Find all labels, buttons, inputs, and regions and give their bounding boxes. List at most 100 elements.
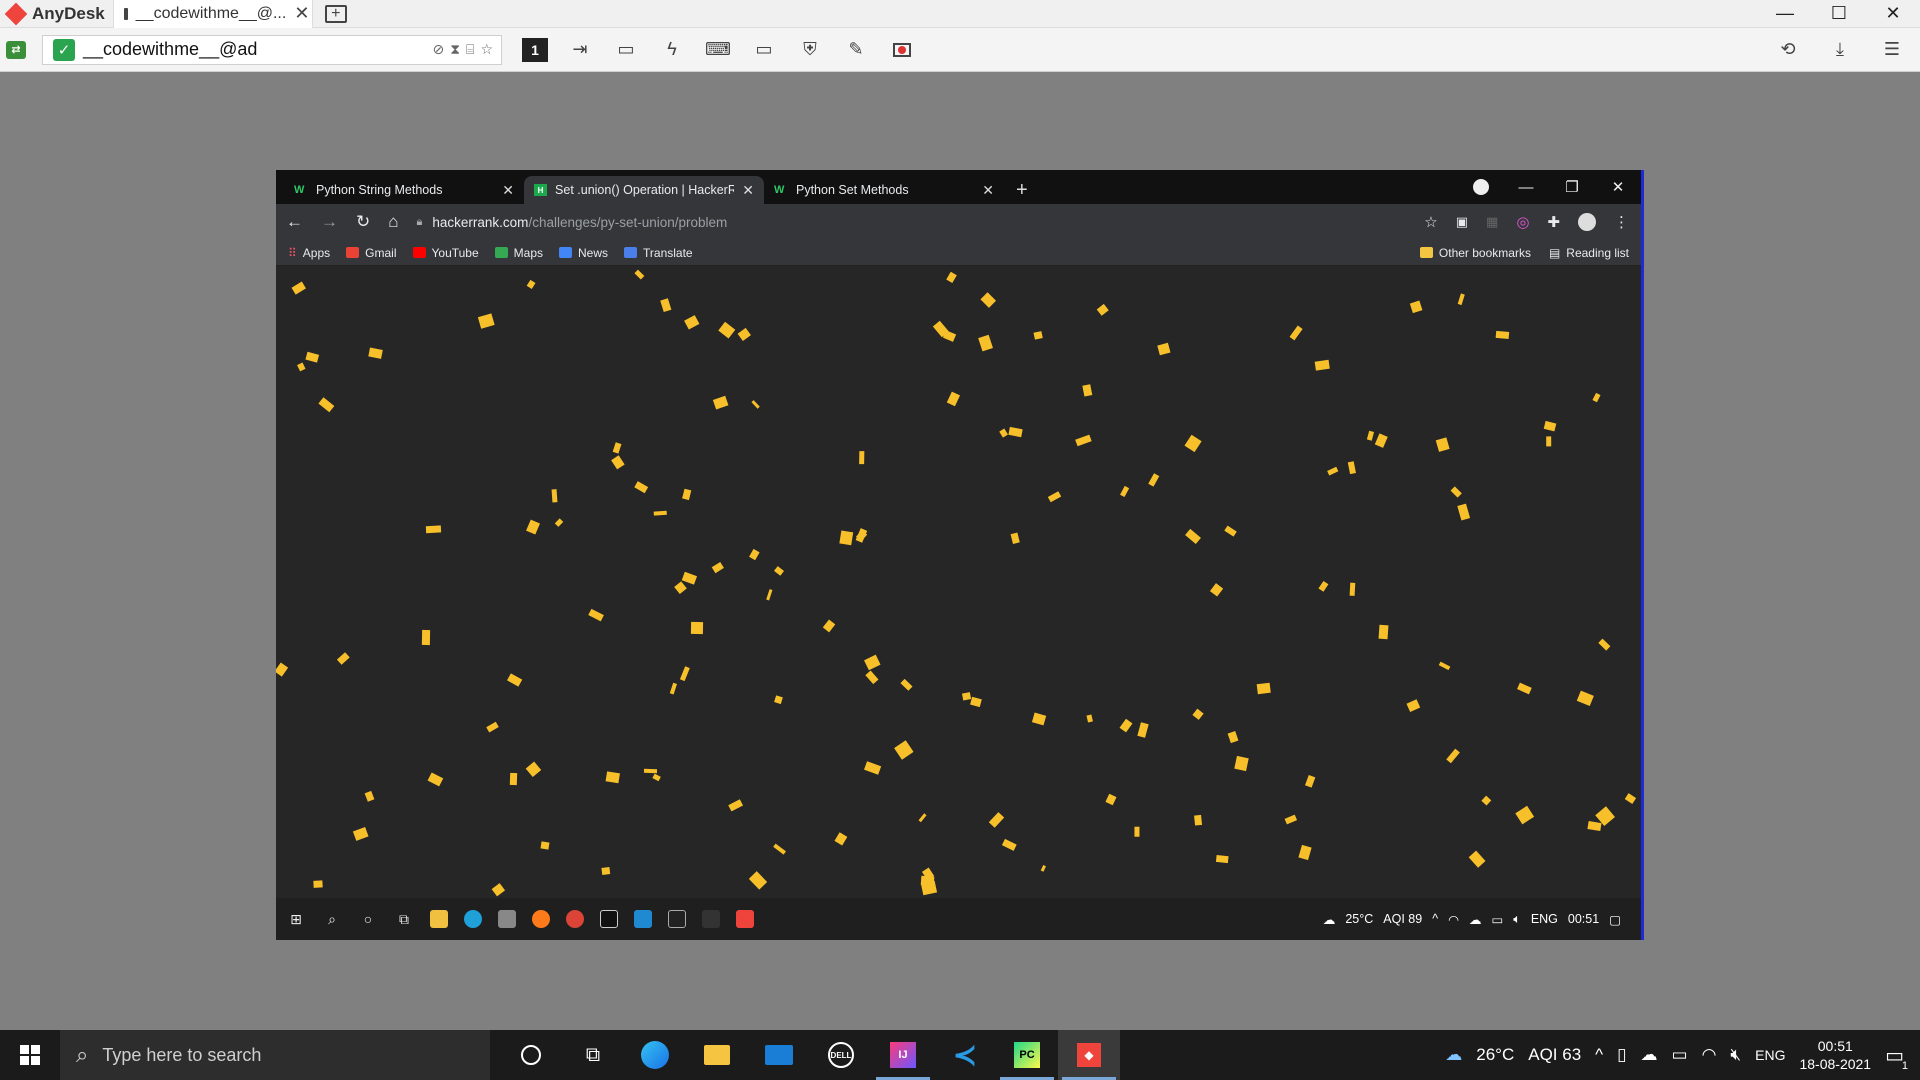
cube-app-icon[interactable] bbox=[498, 910, 516, 928]
accept-icon[interactable]: ⇄ bbox=[2, 36, 30, 64]
new-session-button[interactable]: + bbox=[324, 4, 347, 23]
mail-app[interactable] bbox=[748, 1030, 810, 1080]
search-icon[interactable]: ⌕ bbox=[322, 909, 342, 929]
monitor-select-button[interactable]: 1 bbox=[522, 37, 548, 62]
chat-icon[interactable]: ▭ bbox=[612, 36, 640, 64]
onedrive-icon[interactable]: ☁ bbox=[1469, 912, 1482, 927]
camera-icon[interactable]: ▣ bbox=[1456, 214, 1468, 230]
host-weather[interactable]: 26°C bbox=[1476, 1045, 1514, 1065]
edge-icon[interactable] bbox=[464, 910, 482, 928]
chrome-menu-icon[interactable]: ⋮ bbox=[1614, 213, 1629, 231]
pycharm-icon[interactable] bbox=[600, 910, 618, 928]
edge-app[interactable] bbox=[624, 1030, 686, 1080]
home-icon[interactable]: ⌂ bbox=[388, 212, 398, 232]
taskbar-search-box[interactable]: ⌕ Type here to search bbox=[60, 1030, 490, 1080]
download-icon[interactable]: ⤓ bbox=[1826, 36, 1854, 64]
minimize-button[interactable]: — bbox=[1503, 179, 1549, 196]
disable-input-icon[interactable]: ⊘ bbox=[432, 41, 444, 58]
whiteboard-pen-icon[interactable]: ✎ bbox=[842, 36, 870, 64]
task-view-icon[interactable]: ⧉ bbox=[394, 909, 414, 929]
chrome-icon[interactable] bbox=[566, 910, 584, 928]
terminal-icon[interactable] bbox=[702, 910, 720, 928]
permissions-shield-icon[interactable]: ⛨ bbox=[796, 36, 824, 64]
restore-button[interactable]: ❐ bbox=[1549, 178, 1595, 196]
volume-icon[interactable]: 🔈︎ bbox=[1513, 912, 1521, 927]
extensions-puzzle-icon[interactable]: ✚ bbox=[1547, 213, 1560, 231]
host-clock[interactable]: 00:51 18-08-2021 bbox=[1799, 1037, 1871, 1073]
colorful-extension-icon[interactable]: ◎ bbox=[1516, 213, 1529, 231]
file-transfer-icon[interactable]: ⇥ bbox=[566, 36, 594, 64]
new-tab-button[interactable]: + bbox=[1016, 176, 1028, 204]
close-button[interactable]: ✕ bbox=[1866, 0, 1920, 28]
address-bar[interactable]: ✓ __codewithme__@ad ⊘ ⧗ ⌸ ☆ bbox=[42, 34, 502, 65]
bookmark-star-icon[interactable]: ☆ bbox=[1424, 213, 1437, 231]
battery-icon[interactable]: ▭ bbox=[1672, 1045, 1688, 1065]
close-tab-icon[interactable]: ✕ bbox=[982, 182, 994, 199]
keyboard-icon[interactable]: ⌨ bbox=[704, 36, 732, 64]
chevron-up-icon[interactable]: ^ bbox=[1595, 1045, 1603, 1065]
file-explorer-icon[interactable] bbox=[430, 910, 448, 928]
chevron-up-icon[interactable]: ^ bbox=[1432, 912, 1438, 926]
minimize-button[interactable]: — bbox=[1758, 0, 1812, 28]
close-tab-icon[interactable]: ✕ bbox=[742, 182, 754, 199]
anydesk-session-tab[interactable]: __codewithme__@... ✕ bbox=[112, 0, 313, 28]
vscode-icon[interactable] bbox=[634, 910, 652, 928]
bookmark-news[interactable]: News bbox=[559, 246, 608, 260]
actions-lightning-icon[interactable]: ϟ bbox=[658, 36, 686, 64]
history-icon[interactable]: ⟲ bbox=[1774, 36, 1802, 64]
notification-icon[interactable]: ▢ bbox=[1609, 912, 1621, 927]
windows-start-icon[interactable]: ⊞ bbox=[286, 909, 306, 929]
bookmark-maps[interactable]: Maps bbox=[494, 246, 543, 260]
start-button[interactable] bbox=[0, 1030, 60, 1080]
device-icon[interactable]: ▯ bbox=[1617, 1045, 1626, 1065]
bookmark-apps[interactable]: ⠿ Apps bbox=[288, 246, 330, 260]
close-button[interactable]: ✕ bbox=[1595, 178, 1641, 196]
close-tab-icon[interactable]: ✕ bbox=[502, 182, 514, 199]
page-content-confetti[interactable] bbox=[276, 266, 1641, 898]
anydesk-app[interactable]: ◆ bbox=[1058, 1030, 1120, 1080]
omnibox[interactable]: 🔒︎ hackerrank.com/challenges/py-set-unio… bbox=[417, 215, 1407, 230]
reload-icon[interactable]: ↻ bbox=[356, 212, 370, 232]
reading-list[interactable]: ▤ Reading list bbox=[1549, 246, 1629, 260]
hourglass-icon[interactable]: ⧗ bbox=[450, 41, 460, 58]
wifi-icon[interactable]: ◠ bbox=[1448, 912, 1459, 927]
vscode-app[interactable]: ≺ bbox=[934, 1030, 996, 1080]
menu-icon[interactable]: ☰ bbox=[1878, 36, 1906, 64]
file-explorer-app[interactable] bbox=[686, 1030, 748, 1080]
task-view-button[interactable]: ⧉ bbox=[562, 1030, 624, 1080]
bookmark-gmail[interactable]: Gmail bbox=[346, 246, 397, 260]
profile-avatar[interactable] bbox=[1578, 213, 1596, 231]
extension-icon[interactable]: ▦ bbox=[1486, 214, 1498, 230]
star-icon[interactable]: ☆ bbox=[480, 41, 493, 58]
firefox-icon[interactable] bbox=[532, 910, 550, 928]
close-tab-icon[interactable]: ✕ bbox=[294, 3, 309, 24]
cylinder-icon[interactable]: ⌸ bbox=[466, 41, 474, 58]
battery-icon[interactable]: ▭ bbox=[1491, 912, 1503, 927]
tab-search-icon[interactable] bbox=[1473, 179, 1489, 195]
host-aqi[interactable]: AQI 63 bbox=[1528, 1045, 1581, 1065]
intellij-app[interactable]: IJ bbox=[872, 1030, 934, 1080]
display-icon[interactable]: ▭ bbox=[750, 36, 778, 64]
intellij-icon[interactable] bbox=[668, 910, 686, 928]
tab-python-set-methods[interactable]: W Python Set Methods ✕ bbox=[764, 176, 1004, 204]
dell-app[interactable]: DELL bbox=[810, 1030, 872, 1080]
cortana-button[interactable] bbox=[500, 1030, 562, 1080]
onedrive-icon[interactable]: ☁ bbox=[1641, 1045, 1658, 1065]
forward-icon[interactable]: → bbox=[321, 212, 338, 232]
mute-icon[interactable]: 🔇︎ bbox=[1730, 1045, 1741, 1065]
host-lang[interactable]: ENG bbox=[1755, 1047, 1785, 1063]
tab-python-string-methods[interactable]: W Python String Methods ✕ bbox=[284, 176, 524, 204]
back-icon[interactable]: ← bbox=[286, 212, 303, 232]
cortana-icon[interactable]: ○ bbox=[358, 909, 378, 929]
tab-set-union[interactable]: H Set .union() Operation | HackerR... ✕ bbox=[524, 176, 764, 204]
remote-desktop-view[interactable]: W Python String Methods ✕ H Set .union()… bbox=[276, 170, 1644, 940]
remote-lang[interactable]: ENG bbox=[1531, 912, 1558, 926]
anydesk-icon[interactable] bbox=[736, 910, 754, 928]
bookmark-youtube[interactable]: YouTube bbox=[412, 246, 479, 260]
bookmark-translate[interactable]: Translate bbox=[624, 246, 693, 260]
remote-clock[interactable]: 00:51 bbox=[1568, 912, 1599, 926]
record-icon[interactable] bbox=[888, 36, 916, 64]
pycharm-app[interactable]: PC bbox=[996, 1030, 1058, 1080]
other-bookmarks[interactable]: Other bookmarks bbox=[1419, 246, 1531, 260]
action-center-icon[interactable]: ▭ 1 bbox=[1885, 1043, 1908, 1072]
